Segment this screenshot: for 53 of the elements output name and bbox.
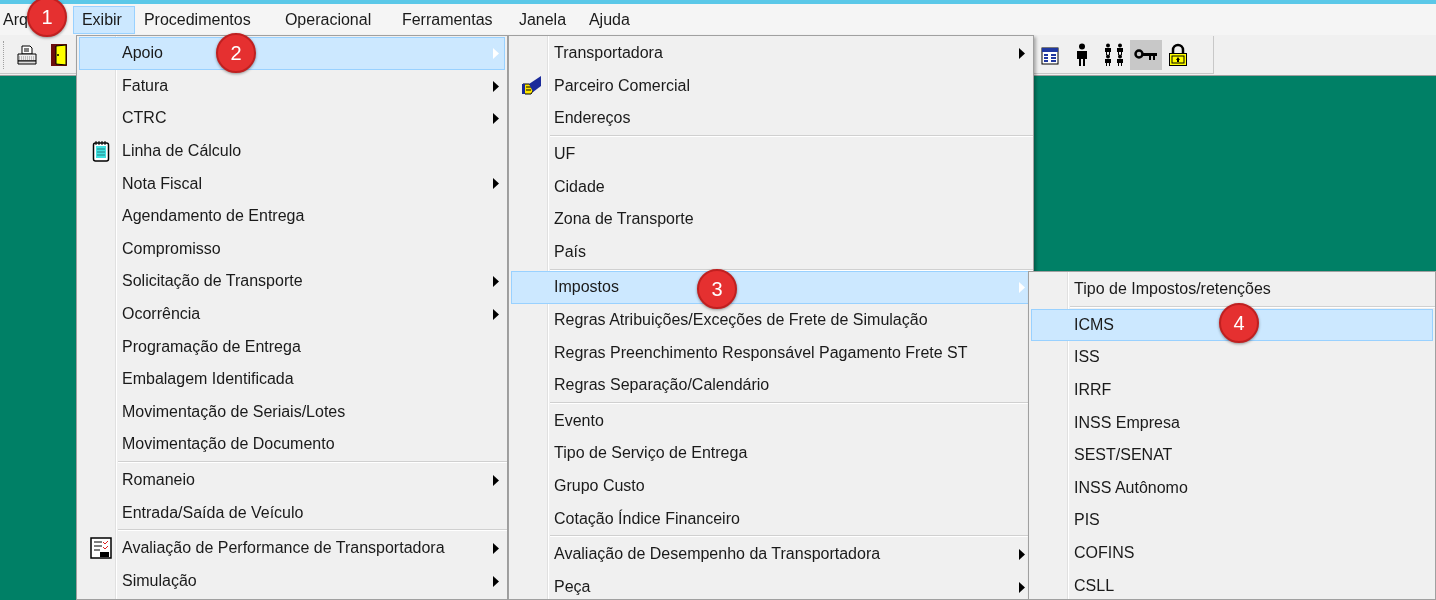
menu-item[interactable]: País [511, 235, 1031, 269]
menu-item[interactable]: Programação de Entrega [79, 330, 505, 363]
menu-item[interactable]: Cidade [511, 170, 1031, 203]
menu-bar-item[interactable]: Procedimentos [134, 5, 276, 34]
menu-item[interactable]: Endereços [511, 102, 1031, 135]
menu-item[interactable]: Evento [511, 404, 1031, 438]
menu-item[interactable]: Cotação Índice Financeiro [511, 502, 1031, 535]
menu-bar-item[interactable]: Arq [1, 5, 29, 34]
menu-item[interactable]: Ocorrência [79, 297, 505, 331]
lock-icon [1168, 42, 1188, 67]
menu-bar-item[interactable]: Janela [509, 5, 580, 34]
menu-bar-item[interactable]: Exibir [72, 5, 135, 34]
menu-item[interactable]: Avaliação de Performance de Transportadora [79, 531, 505, 565]
menu-item[interactable]: PIS [1031, 504, 1433, 537]
key-icon [1134, 48, 1158, 61]
menu-item[interactable]: Transportadora [511, 37, 1031, 70]
menu-item[interactable]: SEST/SENAT [1031, 438, 1433, 472]
menu-item[interactable]: UF [511, 137, 1031, 171]
menu-bar-item[interactable]: Ferramentas [392, 5, 510, 34]
menu-item[interactable]: Parceiro Comercial [511, 69, 1031, 103]
menu-item[interactable]: Simulação [79, 564, 505, 598]
people-icon [1102, 42, 1126, 67]
menu-bar-item[interactable]: Ajuda [579, 5, 642, 34]
menu-item[interactable]: Tipo de Serviço de Entrega [511, 437, 1031, 470]
menu-item[interactable]: Regras Preenchimento Responsável Pagamento Frete ST [511, 336, 1031, 369]
menu-item[interactable]: Movimentação de Seriais/Lotes [79, 395, 505, 429]
toolbar-button[interactable] [1130, 39, 1162, 70]
menu-item[interactable]: Zona de Transporte [511, 202, 1031, 236]
printer-icon [16, 43, 38, 66]
menu-item[interactable]: Tipo de Impostos/retenções [1031, 273, 1433, 306]
menu-item[interactable]: Solicitação de Transporte [79, 265, 505, 298]
menu-item[interactable]: Peça [511, 570, 1031, 600]
menu-item[interactable]: INSS Empresa [1031, 406, 1433, 439]
menu-item[interactable]: Nota Fiscal [79, 167, 505, 200]
menu-item[interactable]: Movimentação de Documento [79, 428, 505, 461]
menu-item[interactable]: ISS [1031, 341, 1433, 374]
menu-item[interactable]: INSS Autônomo [1031, 471, 1433, 505]
menu-item[interactable]: Grupo Custo [511, 469, 1031, 503]
menu-item[interactable]: CSLL [1031, 569, 1433, 600]
menu-item[interactable]: COFINS [1031, 536, 1433, 570]
door-icon [50, 42, 68, 67]
person-icon [1075, 42, 1089, 67]
menu-item[interactable]: Embalagem Identificada [79, 362, 505, 396]
menu-item[interactable]: Agendamento de Entrega [79, 199, 505, 233]
menu-item[interactable]: Avaliação de Desempenho da Transportadora [511, 537, 1031, 571]
menu-item[interactable]: Regras Separação/Calendário [511, 368, 1031, 402]
menu-item[interactable]: Compromisso [79, 232, 505, 266]
menu-item[interactable]: IRRF [1031, 373, 1433, 407]
menu-item[interactable]: Romaneio [79, 463, 505, 497]
menu-item[interactable]: Entrada/Saída de Veículo [79, 496, 505, 529]
menu-item[interactable]: CTRC [79, 102, 505, 135]
menu-item[interactable]: Linha de Cálculo [79, 134, 505, 168]
menu-bar-item[interactable]: Operacional [275, 5, 393, 34]
